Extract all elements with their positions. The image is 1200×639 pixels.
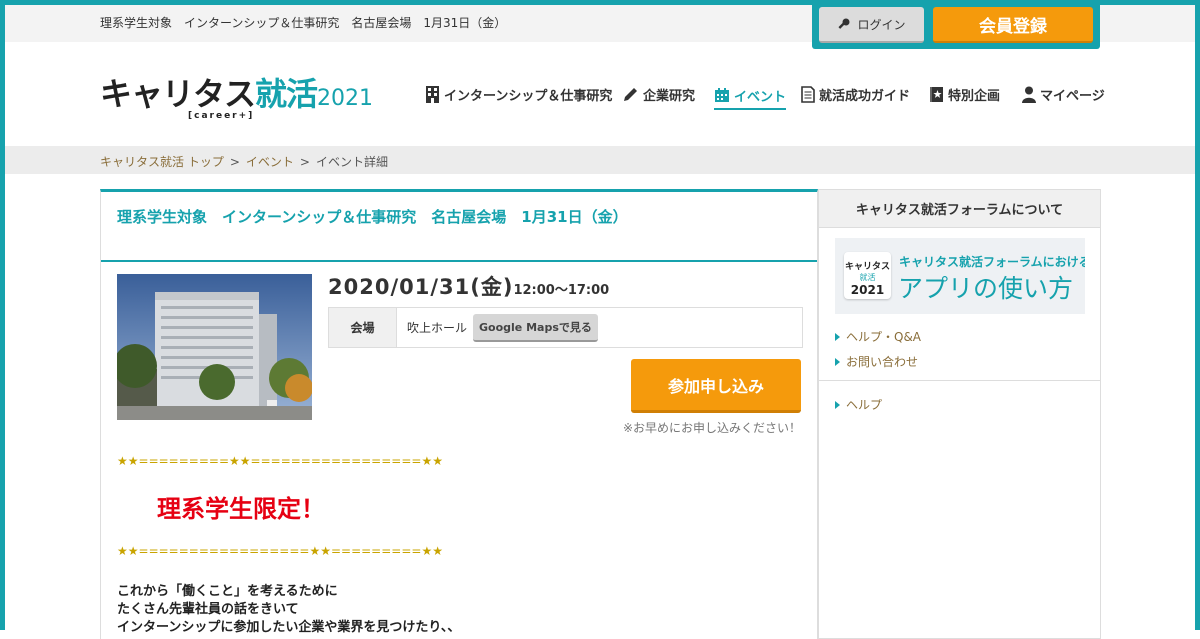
nav-label: インターンシップ＆仕事研究 xyxy=(444,88,613,104)
logo-subtext: [career+] xyxy=(188,111,255,121)
body-text-line: たくさん先輩社員の話をきいて xyxy=(117,602,299,617)
nav-item-mypage[interactable]: マイページ xyxy=(1022,82,1105,106)
sidebar-link-label: お問い合わせ xyxy=(846,355,919,369)
login-button[interactable]: ログイン xyxy=(819,7,924,43)
sidebar-link-help[interactable]: ヘルプ xyxy=(835,396,882,413)
logo-year: 2021 xyxy=(317,86,374,111)
breadcrumb-events[interactable]: イベント xyxy=(246,155,294,169)
site-logo[interactable]: キャリタス就活2021 [career+] xyxy=(100,75,374,121)
nav-label: マイページ xyxy=(1040,88,1105,104)
venue-table: 会場 吹上ホール Google Mapsで見る xyxy=(328,307,803,348)
apply-button[interactable]: 参加申し込み xyxy=(631,359,801,413)
banner-title: アプリの使い方 xyxy=(898,274,1074,303)
auth-box: ログイン 会員登録 xyxy=(812,3,1100,49)
nav-label: 就活成功ガイド xyxy=(819,88,911,104)
nav-item-company-research[interactable]: 企業研究 xyxy=(622,82,695,106)
banner-caption: キャリタス就活フォーラムにおける xyxy=(899,255,1085,269)
event-caption: 理系学生対象 インターンシップ＆仕事研究 名古屋会場 1月31日（金） xyxy=(100,16,507,30)
decorative-divider-top: ★★=========★★=================★★ xyxy=(117,454,443,468)
event-date: 2020/01/31(金)12:00～17:00 xyxy=(328,271,609,301)
calendar-icon xyxy=(715,88,729,102)
venue-value: 吹上ホール Google Mapsで見る xyxy=(397,308,598,347)
logo-text-2: 就活 xyxy=(255,75,318,113)
register-button[interactable]: 会員登録 xyxy=(933,7,1093,43)
breadcrumb-separator: > xyxy=(229,155,240,169)
sidebar: キャリタス就活フォーラムについて キャリタス 就活 2021 キャリタス就活フォ… xyxy=(818,189,1101,639)
breadcrumb-separator: > xyxy=(299,155,310,169)
arrow-right-icon xyxy=(835,358,840,366)
event-date-value: 2020/01/31(金) xyxy=(328,275,514,299)
google-maps-button[interactable]: Google Mapsで見る xyxy=(473,313,598,342)
title-divider xyxy=(101,260,817,262)
nav-label: 特別企画 xyxy=(948,88,1001,104)
apply-note: ※お早めにお申し込みください！ xyxy=(622,421,801,435)
person-icon xyxy=(1022,86,1036,103)
breadcrumb: キャリタス就活 トップ > イベント > イベント詳細 xyxy=(100,153,388,170)
venue-photo xyxy=(117,274,312,420)
event-detail: 理系学生対象 インターンシップ＆仕事研究 名古屋会場 1月31日（金） 2020… xyxy=(100,189,818,639)
body-text-line: インターンシップに参加したい企業や業界を見つけたり、、 xyxy=(117,620,461,635)
body-text-line: これから「働くこと」を考えるために xyxy=(117,584,338,599)
arrow-right-icon xyxy=(835,333,840,341)
building-icon xyxy=(426,85,439,103)
star-book-icon xyxy=(930,86,943,102)
venue-name: 吹上ホール xyxy=(407,321,468,335)
sidebar-link-contact[interactable]: お問い合わせ xyxy=(835,353,918,370)
login-label: ログイン xyxy=(857,17,906,32)
venue-label: 会場 xyxy=(329,308,397,347)
app-logo: キャリタス 就活 2021 xyxy=(844,252,891,299)
breadcrumb-home[interactable]: キャリタス就活 トップ xyxy=(100,155,224,169)
nav-item-events[interactable]: イベント xyxy=(714,82,787,110)
event-time: 12:00～17:00 xyxy=(513,283,610,298)
nav-item-special[interactable]: 特別企画 xyxy=(929,82,1000,106)
nav-label: イベント xyxy=(734,89,787,105)
nav-item-guide[interactable]: 就活成功ガイド xyxy=(801,82,910,106)
limited-heading: 理系学生限定！ xyxy=(157,495,325,523)
sidebar-link-label: ヘルプ・Q&A xyxy=(846,330,922,344)
nav-label: 企業研究 xyxy=(643,88,696,104)
breadcrumb-current: イベント詳細 xyxy=(315,155,388,169)
key-icon xyxy=(838,18,850,29)
decorative-divider-bottom: ★★=================★★=========★★ xyxy=(117,544,443,558)
nav-item-internship[interactable]: インターンシップ＆仕事研究 xyxy=(425,82,612,106)
sidebar-heading: キャリタス就活フォーラムについて xyxy=(819,190,1100,228)
document-icon xyxy=(801,85,815,103)
arrow-right-icon xyxy=(835,401,840,409)
breadcrumb-bar: キャリタス就活 トップ > イベント > イベント詳細 xyxy=(5,146,1195,174)
event-title: 理系学生対象 インターンシップ＆仕事研究 名古屋会場 1月31日（金） xyxy=(117,208,628,226)
logo-text-1: キャリタス xyxy=(100,75,256,113)
app-usage-banner[interactable]: キャリタス 就活 2021 キャリタス就活フォーラムにおける アプリの使い方 xyxy=(835,238,1085,314)
sidebar-link-label: ヘルプ xyxy=(846,398,883,412)
sidebar-divider xyxy=(819,380,1100,381)
sidebar-link-help-qa[interactable]: ヘルプ・Q&A xyxy=(835,328,921,345)
pencil-icon xyxy=(624,87,637,101)
